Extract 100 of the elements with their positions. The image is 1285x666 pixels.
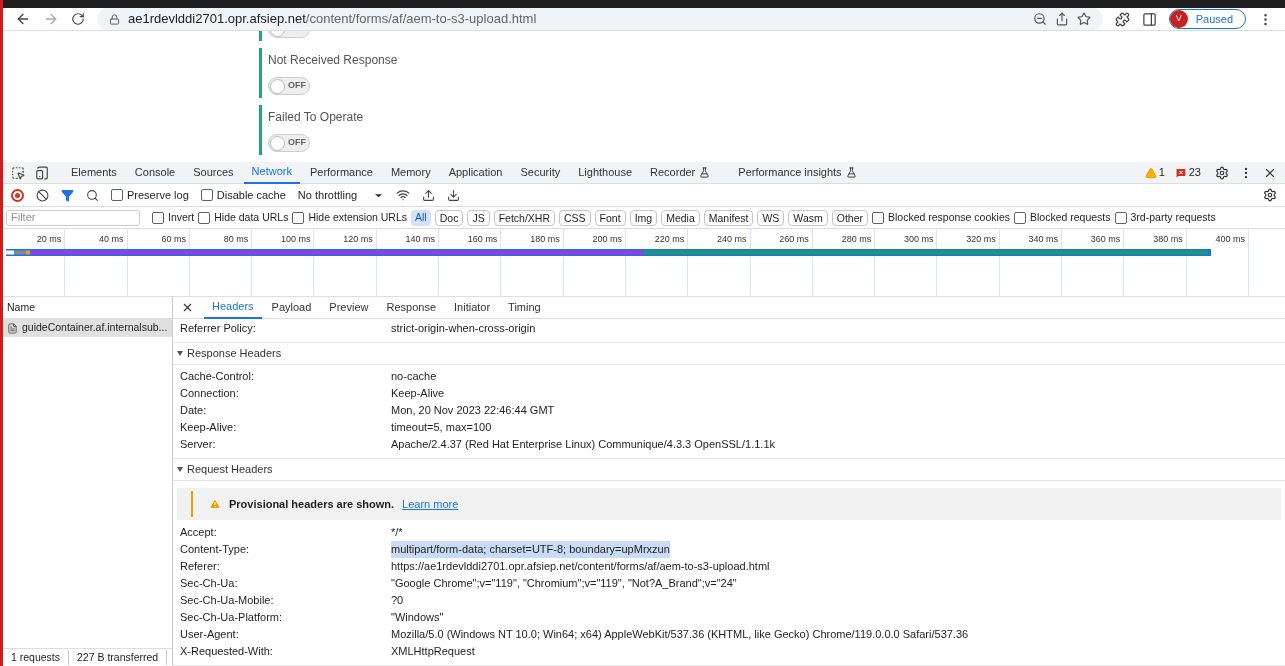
resource-type-filter[interactable]: Doc	[434, 209, 464, 226]
section-header[interactable]: Response Headers	[173, 343, 1285, 365]
time-tick-label: 380 ms	[1153, 233, 1183, 246]
time-tick-label: 220 ms	[654, 233, 685, 246]
url-text: ae1rdevlddi2701.opr.afsiep.net/content/forms/af/aem-to-s3-upload.html	[128, 10, 537, 29]
header-value: ?0	[391, 593, 404, 609]
import-icon[interactable]	[422, 188, 436, 202]
column-header: Name	[7, 299, 35, 315]
back-icon[interactable]	[15, 11, 31, 27]
time-tick-label: 260 ms	[779, 233, 809, 246]
resource-type-filter[interactable]: All	[411, 209, 431, 226]
header-name: Date:	[180, 403, 208, 419]
checkbox-option[interactable]: Disable cache	[200, 186, 286, 204]
filter-icon[interactable]	[61, 188, 74, 202]
share-icon[interactable]	[1054, 12, 1069, 26]
header-value: no-cache	[391, 369, 437, 385]
header-name: Sec-Ch-Ua-Mobile:	[180, 593, 275, 609]
reload-icon[interactable]	[71, 12, 85, 26]
time-tick-label: 40 ms	[99, 233, 124, 246]
toggle-switch[interactable]: OFF	[268, 134, 310, 152]
devtools-tab[interactable]: Elements	[63, 161, 125, 184]
settings-icon[interactable]	[1263, 188, 1277, 202]
resource-type-filter[interactable]: Media	[661, 209, 700, 226]
checkbox-option[interactable]: Hide extension URLs	[292, 209, 408, 226]
close-icon[interactable]	[181, 301, 194, 314]
network-conditions-icon[interactable]	[396, 188, 411, 202]
checkbox-option[interactable]: Invert	[152, 209, 195, 226]
export-icon[interactable]	[447, 188, 461, 202]
field-label: Not Received Response	[268, 52, 399, 69]
resource-type-filter[interactable]: Font	[594, 209, 626, 226]
section-header[interactable]: Request Headers	[173, 459, 1285, 481]
detail-tab[interactable]: Timing	[500, 297, 549, 319]
extensions-icon[interactable]	[1114, 11, 1130, 27]
devtools-tab[interactable]: Application	[440, 161, 511, 184]
detail-tab[interactable]: Response	[378, 297, 444, 319]
resource-type-filter[interactable]: Manifest	[703, 209, 754, 226]
resource-type-filter[interactable]: WS	[757, 209, 785, 226]
time-tick-label: 20 ms	[36, 233, 62, 246]
throttling-dropdown[interactable]: No throttling	[297, 186, 385, 204]
settings-icon[interactable]	[1215, 165, 1229, 180]
address-bar[interactable]: ae1rdevlddi2701.opr.afsiep.net/content/forms/af/aem-to-s3-upload.html	[97, 8, 1103, 30]
header-name: Keep-Alive:	[180, 420, 238, 436]
resource-type-filter[interactable]: JS	[467, 209, 490, 226]
header-value: */*	[391, 525, 403, 541]
side-panel-icon[interactable]	[1141, 11, 1157, 27]
resource-type-filter[interactable]: Other	[831, 209, 868, 226]
devtools-tab[interactable]: Recorder	[642, 161, 719, 184]
time-tick-label: 100 ms	[280, 233, 311, 246]
header-value: Apache/2.4.37 (Red Hat Enterprise Linux) Communique/4.3.3 OpenSSL/1.1.1k	[391, 437, 775, 453]
devtools-tab[interactable]: Console	[126, 161, 184, 184]
checkbox-option[interactable]: Hide data URLs	[198, 209, 289, 226]
devtools-tab[interactable]: Security	[512, 161, 569, 184]
time-tick-label: 280 ms	[841, 233, 872, 246]
device-toolbar-icon[interactable]	[35, 165, 49, 180]
header-name: Sec-Ch-Ua-Platform:	[180, 610, 284, 626]
detail-tab[interactable]: Preview	[321, 297, 377, 319]
zoom-out-icon[interactable]	[1032, 12, 1047, 26]
detail-tab[interactable]: Initiator	[446, 297, 499, 319]
header-name: Connection:	[180, 386, 240, 402]
header-name: Referrer Policy:	[180, 321, 257, 337]
resource-type-filter[interactable]: Img	[629, 209, 658, 226]
resource-type-filter[interactable]: CSS	[559, 209, 591, 226]
devtools-tab[interactable]: Performance insights	[730, 161, 865, 184]
devtools-tab[interactable]: Sources	[185, 161, 242, 184]
header-value: strict-origin-when-cross-origin	[391, 321, 536, 337]
header-name: Sec-Ch-Ua:	[180, 576, 239, 592]
time-tick-label: 240 ms	[717, 233, 747, 246]
detail-tab[interactable]: Payload	[263, 297, 320, 319]
checkbox-option[interactable]: Preserve log	[111, 186, 189, 204]
file-icon	[7, 322, 18, 334]
notice-text: Provisional headers are shown.	[229, 496, 395, 512]
resource-type-filter[interactable]: Fetch/XHR	[493, 209, 555, 226]
clear-icon[interactable]	[36, 188, 49, 202]
devtools-tab[interactable]: Performance	[301, 161, 381, 184]
request-row[interactable]: guideContainer.af.internalsub...	[3, 319, 172, 337]
header-value: timeout=5, max=100	[391, 420, 492, 436]
learn-more-link[interactable]: Learn more	[402, 495, 459, 513]
time-tick-label: 320 ms	[966, 233, 996, 246]
toggle-switch[interactable]: OFF	[268, 77, 310, 95]
header-name: X-Requested-With:	[180, 644, 274, 660]
detail-tab[interactable]: Headers	[204, 297, 262, 319]
status-text: 227 B transferred	[77, 649, 168, 666]
bookmark-star-icon[interactable]	[1076, 12, 1091, 26]
header-value: multipart/form-data; charset=UTF-8; boundary=upMrxzun	[391, 541, 670, 558]
devtools-tab[interactable]: Network	[243, 161, 300, 184]
time-tick-label: 200 ms	[592, 233, 622, 246]
checkbox-option[interactable]: 3rd-party requests	[1114, 209, 1216, 226]
record-icon[interactable]	[11, 188, 24, 202]
resource-type-filter[interactable]: Wasm	[788, 209, 828, 226]
header-value: Mozilla/5.0 (Windows NT 10.0; Win64; x64) AppleWebKit/537.36 (KHTML, like Gecko) Chrome/119.0.0.0 Safari/537.36	[391, 627, 969, 643]
devtools-tab[interactable]: Lighthouse	[570, 161, 641, 184]
checkbox-option[interactable]: Blocked requests	[1014, 209, 1111, 226]
inspect-element-icon[interactable]	[11, 165, 25, 180]
header-name: User-Agent:	[180, 627, 240, 643]
flask-icon	[699, 167, 711, 178]
header-name: Server:	[180, 437, 217, 453]
filter-input[interactable]: Filter	[6, 209, 140, 226]
devtools-tab[interactable]: Memory	[382, 161, 439, 184]
search-icon[interactable]	[86, 188, 99, 202]
checkbox-option[interactable]: Blocked response cookies	[872, 209, 1010, 226]
